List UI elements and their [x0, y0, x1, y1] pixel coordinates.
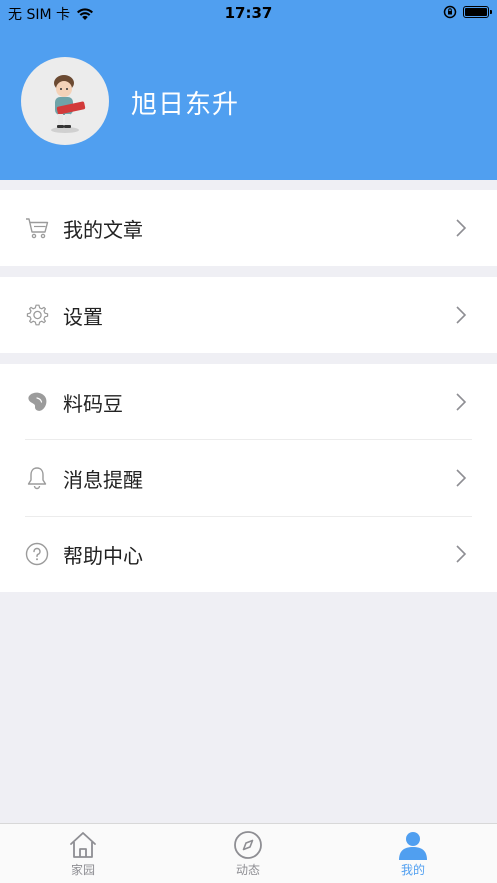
- menu-item-label: 设置: [63, 304, 103, 329]
- help-icon: [25, 542, 49, 566]
- tab-bar: 家园 动态 我的: [0, 823, 497, 883]
- menu-item-my-articles[interactable]: 我的文章: [0, 190, 497, 266]
- orientation-lock-icon: [443, 5, 457, 19]
- tab-mine[interactable]: 我的: [353, 824, 473, 883]
- status-right: [443, 5, 492, 19]
- menu-item-label: 帮助中心: [63, 543, 143, 568]
- menu-item-beans[interactable]: 料码豆: [0, 364, 497, 440]
- battery-icon: [463, 6, 492, 18]
- menu-item-settings[interactable]: 设置: [0, 277, 497, 353]
- bean-icon: [25, 390, 49, 414]
- app-screen: 无 SIM 卡 17:37 旭日东升 我的文章 设置 料码豆 消息提醒 帮助中心…: [0, 0, 497, 883]
- menu-group-articles: 我的文章: [0, 190, 497, 266]
- cart-icon: [25, 216, 49, 240]
- tab-label: 我的: [400, 863, 425, 877]
- chevron-right-icon: [456, 469, 467, 487]
- status-time: 17:37: [224, 4, 273, 22]
- gear-icon: [25, 303, 49, 327]
- bell-icon: [25, 466, 49, 490]
- menu-item-label: 消息提醒: [63, 467, 143, 492]
- menu-item-label: 料码豆: [63, 391, 123, 416]
- avatar-image: [51, 75, 86, 133]
- menu-item-help-center[interactable]: 帮助中心: [0, 516, 497, 592]
- compass-icon: [234, 831, 262, 859]
- home-icon: [70, 832, 96, 858]
- tab-feed[interactable]: 动态: [188, 824, 308, 883]
- username: 旭日东升: [131, 90, 240, 120]
- menu-group-misc: 料码豆 消息提醒 帮助中心: [0, 364, 497, 592]
- chevron-right-icon: [456, 545, 467, 563]
- menu-item-label: 我的文章: [63, 217, 143, 242]
- chevron-right-icon: [456, 219, 467, 237]
- tab-label: 动态: [235, 863, 260, 877]
- menu-group-settings: 设置: [0, 277, 497, 353]
- chevron-right-icon: [456, 393, 467, 411]
- avatar[interactable]: [21, 57, 109, 145]
- status-bar: 无 SIM 卡 17:37: [0, 0, 497, 26]
- tab-home[interactable]: 家园: [23, 824, 143, 883]
- profile-header: 无 SIM 卡 17:37 旭日东升: [0, 0, 497, 180]
- person-icon: [399, 832, 427, 860]
- chevron-right-icon: [456, 306, 467, 324]
- tab-label: 家园: [70, 863, 95, 877]
- menu-item-notifications[interactable]: 消息提醒: [0, 440, 497, 516]
